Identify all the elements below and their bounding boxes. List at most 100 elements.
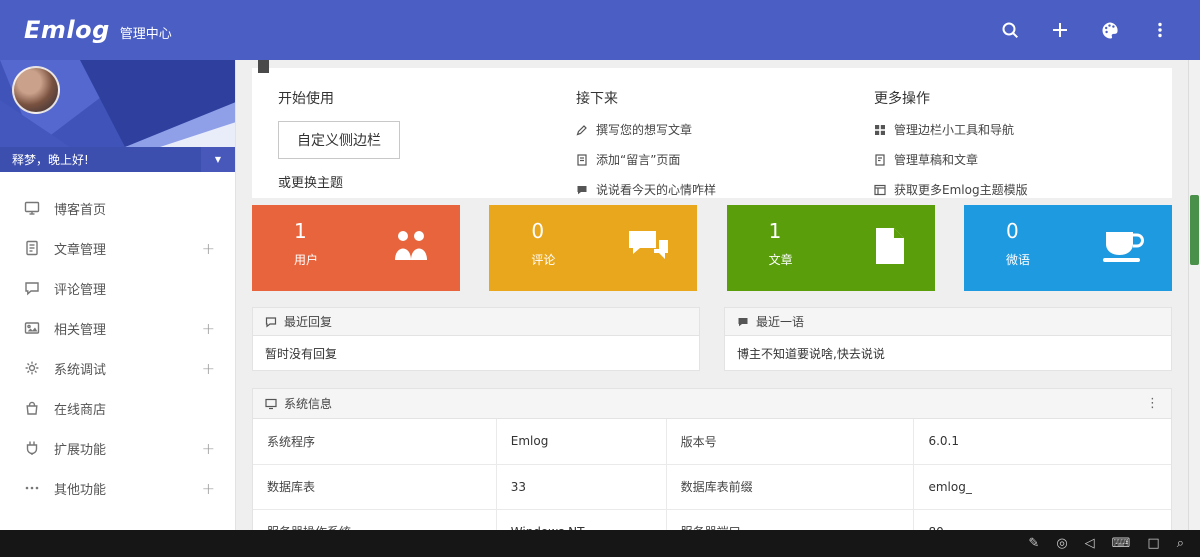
add-guestbook-link[interactable]: 添加“留言”页面: [576, 151, 874, 168]
panel-title: 最近一语: [756, 313, 804, 330]
sidebar-item-store[interactable]: 在线商店: [0, 388, 235, 428]
search-icon[interactable]: [994, 14, 1026, 46]
media-icon: [24, 320, 40, 336]
system-info-header: 系统信息 ⋮: [253, 389, 1171, 419]
link-label: 添加“留言”页面: [596, 151, 680, 168]
sidebar-item-blog-home[interactable]: 博客首页: [0, 188, 235, 228]
stat-card-comments[interactable]: 0 评论: [489, 205, 697, 291]
info-key: 系统程序: [253, 419, 496, 464]
stat-card-users[interactable]: 1 用户: [252, 205, 460, 291]
expand-icon[interactable]: +: [202, 439, 215, 458]
brand[interactable]: Emlog 管理中心: [24, 16, 172, 44]
stat-label: 微语: [1006, 251, 1030, 268]
avatar[interactable]: [12, 66, 60, 114]
info-key: 数据库表前缀: [666, 464, 914, 509]
stat-label: 文章: [769, 251, 793, 268]
welcome-more-column: 更多操作 管理边栏小工具和导航 管理草稿和文章 获取更多Emlog主题模版: [874, 88, 1172, 198]
stat-value: 0: [531, 219, 544, 243]
post-mood-link[interactable]: 说说看今天的心情咋样: [576, 181, 874, 198]
sidebar-item-articles[interactable]: 文章管理 +: [0, 228, 235, 268]
table-row: 数据库表 33 数据库表前缀 emlog_: [253, 464, 1171, 509]
site-title: 管理中心: [120, 23, 172, 42]
ime-icon[interactable]: ◎: [1056, 537, 1067, 550]
page-icon: [576, 154, 588, 166]
stat-label: 用户: [294, 251, 318, 268]
add-icon[interactable]: [1044, 14, 1076, 46]
panel-more-icon[interactable]: ⋮: [1146, 396, 1159, 411]
sidebar-menu: 博客首页 文章管理 + 评论管理 相关管理 + 系统调试 +: [0, 172, 235, 508]
page-scrollbar[interactable]: [1188, 60, 1200, 530]
volume-icon[interactable]: ◁: [1085, 537, 1095, 550]
link-label: 撰写您的想写文章: [596, 121, 692, 138]
store-icon: [24, 400, 40, 416]
topbar-actions: [994, 14, 1176, 46]
sidebar-item-label: 博客首页: [54, 199, 106, 218]
taskbar: ✎ ◎ ◁ ⌨ □ ⌕: [0, 530, 1200, 557]
expand-icon[interactable]: +: [202, 239, 215, 258]
emlog-logo: Emlog: [24, 16, 110, 44]
link-label: 获取更多Emlog主题模版: [894, 181, 1028, 198]
write-icon: [576, 124, 588, 136]
top-notch: [258, 60, 269, 73]
info-value: emlog_: [914, 464, 1171, 509]
sidebar-item-label: 系统调试: [54, 359, 106, 378]
expand-icon[interactable]: +: [202, 359, 215, 378]
show-desktop-icon[interactable]: □: [1147, 537, 1159, 550]
search-tray-icon[interactable]: ⌕: [1177, 537, 1184, 550]
sidebar-item-label: 相关管理: [54, 319, 106, 338]
pen-input-icon[interactable]: ✎: [1028, 537, 1039, 550]
stat-cards: 1 用户 0 评论 1 文章 0: [252, 205, 1172, 291]
comment-filled-icon: [737, 316, 749, 328]
change-theme-link[interactable]: 或更换主题: [278, 172, 576, 191]
main-content: 开始使用 自定义侧边栏 或更换主题 接下来 撰写您的想写文章 添加“留言”页面 …: [236, 60, 1188, 557]
sidebar-item-label: 在线商店: [54, 399, 106, 418]
monitor-icon: [24, 200, 40, 216]
comment-outline-icon: [265, 316, 277, 328]
topbar: Emlog 管理中心: [0, 0, 1200, 60]
expand-icon[interactable]: +: [202, 479, 215, 498]
recent-whisper-body[interactable]: 博主不知道要说啥,快去说说: [725, 336, 1171, 370]
greeting-bar[interactable]: 释梦，晚上好! ▼: [0, 147, 235, 172]
sidebar-item-related[interactable]: 相关管理 +: [0, 308, 235, 348]
recent-whisper-header: 最近一语: [725, 308, 1171, 336]
sidebar-item-label: 文章管理: [54, 239, 106, 258]
sidebar-item-extensions[interactable]: 扩展功能 +: [0, 428, 235, 468]
recent-replies-body: 暂时没有回复: [253, 336, 699, 370]
welcome-next-column: 接下来 撰写您的想写文章 添加“留言”页面 说说看今天的心情咋样: [576, 88, 874, 198]
ellipsis-icon: [24, 480, 40, 496]
palette-icon[interactable]: [1094, 14, 1126, 46]
keyboard-icon[interactable]: ⌨: [1112, 537, 1131, 550]
stat-card-articles[interactable]: 1 文章: [727, 205, 935, 291]
customize-sidebar-button[interactable]: 自定义侧边栏: [278, 121, 400, 159]
info-value: Emlog: [496, 419, 666, 464]
stat-card-whispers[interactable]: 0 微语: [964, 205, 1172, 291]
sidebar: 释梦，晚上好! ▼ 博客首页 文章管理 + 评论管理 相关管理 +: [0, 60, 236, 530]
sidebar-item-label: 评论管理: [54, 279, 106, 298]
link-label: 管理草稿和文章: [894, 151, 978, 168]
stat-value: 1: [294, 219, 307, 243]
info-value: 33: [496, 464, 666, 509]
sidebar-item-system-debug[interactable]: 系统调试 +: [0, 348, 235, 388]
recent-replies-header: 最近回复: [253, 308, 699, 336]
profile-header: [0, 60, 235, 147]
sidebar-item-label: 扩展功能: [54, 439, 106, 458]
welcome-start-column: 开始使用 自定义侧边栏 或更换主题: [278, 88, 576, 198]
plugin-icon: [24, 440, 40, 456]
welcome-next-title: 接下来: [576, 88, 874, 108]
sidebar-item-comments[interactable]: 评论管理: [0, 268, 235, 308]
get-themes-link[interactable]: 获取更多Emlog主题模版: [874, 181, 1172, 198]
manage-drafts-link[interactable]: 管理草稿和文章: [874, 151, 1172, 168]
greeting-text: 释梦，晚上好!: [12, 151, 89, 168]
widgets-icon: [874, 124, 886, 136]
expand-icon[interactable]: +: [202, 319, 215, 338]
more-menu-icon[interactable]: [1144, 14, 1176, 46]
sidebar-item-other[interactable]: 其他功能 +: [0, 468, 235, 508]
gear-icon: [24, 360, 40, 376]
stat-value: 0: [1006, 219, 1019, 243]
write-article-link[interactable]: 撰写您的想写文章: [576, 121, 874, 138]
welcome-more-title: 更多操作: [874, 88, 1172, 108]
chevron-down-icon[interactable]: ▼: [201, 147, 235, 172]
manage-widgets-link[interactable]: 管理边栏小工具和导航: [874, 121, 1172, 138]
scrollbar-thumb[interactable]: [1190, 195, 1199, 265]
comment-icon: [24, 280, 40, 296]
